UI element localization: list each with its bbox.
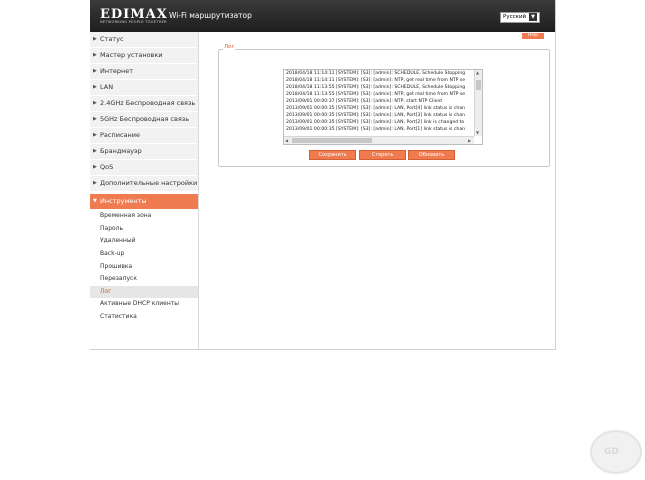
log-textarea[interactable]: 2018/04/18 11:14:11 [SYSTEM]: [S3]: [adm… <box>283 69 483 145</box>
chevron-right-icon: ▶ <box>93 36 97 42</box>
subitem-backup[interactable]: Back-up <box>90 248 198 260</box>
chevron-right-icon: ▶ <box>93 164 97 170</box>
subitem-dhcp-clients[interactable]: Активные DHCP клиенты <box>90 298 198 310</box>
watermark-icon: GD <box>604 447 619 457</box>
scroll-left-icon[interactable]: ◀ <box>285 138 288 143</box>
chevron-right-icon: ▶ <box>93 180 97 186</box>
sidebar-item-firewall[interactable]: ▶ Брандмауэр <box>90 144 198 160</box>
vertical-scrollbar[interactable]: ▲ ▼ <box>474 70 482 136</box>
subitem-restart[interactable]: Перезапуск <box>90 273 198 285</box>
chevron-right-icon: ▶ <box>93 68 97 74</box>
chevron-right-icon: ▶ <box>93 148 97 154</box>
sidebar-item-qos[interactable]: ▶ QoS <box>90 160 198 176</box>
clear-button[interactable]: Стереть <box>359 150 406 160</box>
log-line: 2013/09/01 00:00:35 [SYSTEM]: [S3]: [adm… <box>286 127 466 132</box>
scroll-up-icon[interactable]: ▲ <box>476 70 479 75</box>
help-button[interactable]: Help <box>522 33 544 39</box>
router-admin-frame: EDIMAX NETWORKING PEOPLE TOGETHER Wi-Fi … <box>90 0 556 350</box>
logo-tagline: NETWORKING PEOPLE TOGETHER <box>100 20 167 24</box>
sidebar-item-advanced[interactable]: ▶ Дополнительные настройки <box>90 176 198 192</box>
refresh-button[interactable]: Обновить <box>408 150 455 160</box>
scroll-down-icon[interactable]: ▼ <box>476 130 479 135</box>
subitem-firmware[interactable]: Прошивка <box>90 261 198 273</box>
subitem-statistics[interactable]: Статистика <box>90 311 198 323</box>
horizontal-scrollbar[interactable]: ◀ ▶ <box>284 136 474 144</box>
chevron-down-icon: ▼ <box>93 198 97 204</box>
subitem-log[interactable]: Лог <box>90 286 198 298</box>
sidebar-item-wireless-24[interactable]: ▶ 2.4GHz Беспроводная связь <box>90 96 198 112</box>
section-title: Лог <box>223 44 236 50</box>
subitem-password[interactable]: Пароль <box>90 223 198 235</box>
subitem-time-zone[interactable]: Временная зона <box>90 210 198 222</box>
chevron-right-icon: ▶ <box>93 132 97 138</box>
horizontal-scroll-thumb[interactable] <box>292 138 372 143</box>
sidebar-item-internet[interactable]: ▶ Интернет <box>90 64 198 80</box>
header-bar: EDIMAX NETWORKING PEOPLE TOGETHER Wi-Fi … <box>90 0 555 32</box>
sidebar-item-status[interactable]: ▶ Статус <box>90 32 198 48</box>
chevron-right-icon: ▶ <box>93 52 97 58</box>
sidebar-item-tools[interactable]: ▼ Инструменты <box>90 194 198 210</box>
sidebar-item-setup-wizard[interactable]: ▶ Мастер установки <box>90 48 198 64</box>
sidebar: ▶ Статус ▶ Мастер установки ▶ Интернет ▶ LAN… <box>90 32 199 349</box>
sidebar-item-wireless-5[interactable]: ▶ 5GHz Беспроводная связь <box>90 112 198 128</box>
sidebar-item-lan[interactable]: ▶ LAN <box>90 80 198 96</box>
chevron-right-icon: ▶ <box>93 100 97 106</box>
save-button[interactable]: Сохранить <box>309 150 356 160</box>
scroll-right-icon[interactable]: ▶ <box>468 138 471 143</box>
vertical-scroll-thumb[interactable] <box>476 80 481 90</box>
chevron-down-icon[interactable]: ▼ <box>529 13 537 21</box>
chevron-right-icon: ▶ <box>93 116 97 122</box>
sidebar-item-schedule[interactable]: ▶ Расписание <box>90 128 198 144</box>
subitem-remote[interactable]: Удаленный <box>90 235 198 247</box>
app-title: Wi-Fi маршрутизатор <box>169 11 252 20</box>
chevron-right-icon: ▶ <box>93 84 97 90</box>
